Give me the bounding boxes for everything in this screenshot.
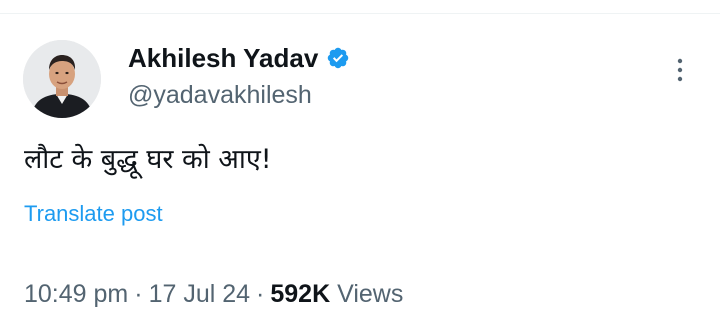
author-handle[interactable]: @yadavakhilesh xyxy=(128,79,312,111)
meta-separator: · xyxy=(134,280,143,308)
post-time[interactable]: 10:49 pm xyxy=(24,280,128,308)
more-vertical-icon[interactable] xyxy=(662,52,698,88)
views-label: Views xyxy=(337,280,404,308)
post-date[interactable]: 17 Jul 24 xyxy=(149,280,250,308)
author-display-name[interactable]: Akhilesh Yadav xyxy=(128,42,350,74)
meta-separator: · xyxy=(256,280,265,308)
avatar[interactable] xyxy=(23,40,101,118)
tweet-detail: Akhilesh Yadav @yadavakhilesh लौट के बुद… xyxy=(0,0,720,331)
views-count: 592K xyxy=(270,280,331,308)
verified-badge-icon xyxy=(328,47,349,69)
post-text: लौट के बुद्धू घर को आए! xyxy=(24,144,272,175)
profile-photo-icon xyxy=(23,40,101,118)
post-meta: 10:49 pm · 17 Jul 24 · 592K Views xyxy=(24,277,403,311)
top-divider xyxy=(0,13,720,14)
translate-post-link[interactable]: Translate post xyxy=(24,199,163,229)
author-name-text: Akhilesh Yadav xyxy=(128,43,319,73)
